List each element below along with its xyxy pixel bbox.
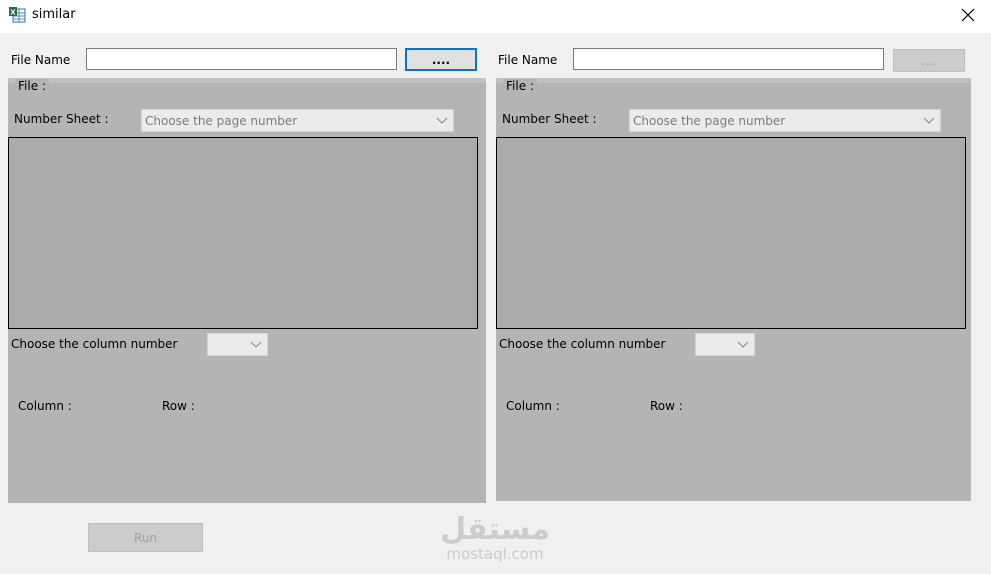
client-area: File Name .... File : Number Sheet : Cho… [0, 33, 991, 574]
left-file-name-input[interactable] [86, 48, 397, 70]
right-row-label: Row : [650, 399, 683, 413]
close-icon [961, 8, 975, 25]
right-column-combo[interactable] [695, 333, 755, 356]
left-row-label: Row : [162, 399, 195, 413]
mostaql-watermark: مستقل mostaql.com [430, 503, 560, 573]
run-button[interactable]: Run [88, 523, 203, 552]
close-button[interactable] [945, 0, 991, 32]
left-file-name-label: File Name [11, 53, 71, 67]
left-choose-column-label: Choose the column number [11, 337, 178, 351]
left-sheet-combo[interactable]: Choose the page number [141, 109, 454, 132]
left-column-combo[interactable] [207, 333, 268, 356]
right-sheet-combo-text: Choose the page number [633, 113, 786, 128]
right-file-panel: File : Number Sheet : Choose the page nu… [496, 78, 971, 501]
chevron-down-icon [245, 334, 267, 355]
right-group-label: File : [503, 79, 537, 93]
right-choose-column-label: Choose the column number [499, 337, 666, 351]
svg-text:X: X [10, 9, 16, 17]
chevron-down-icon [732, 334, 754, 355]
title-bar: X similar [0, 0, 991, 33]
left-sheet-combo-text: Choose the page number [145, 113, 298, 128]
watermark-logo-text: مستقل [440, 512, 550, 547]
right-data-grid[interactable] [496, 137, 966, 329]
right-file-name-label: File Name [498, 53, 558, 67]
right-browse-button[interactable]: .... [893, 49, 965, 72]
left-file-panel: File : Number Sheet : Choose the page nu… [8, 78, 486, 503]
chevron-down-icon [918, 110, 940, 131]
left-number-sheet-label: Number Sheet : [14, 112, 109, 126]
left-group-label: File : [15, 79, 49, 93]
watermark-site-text: mostaql.com [446, 545, 543, 563]
right-column-label: Column : [506, 399, 560, 413]
left-column-label: Column : [18, 399, 72, 413]
left-browse-button[interactable]: .... [405, 48, 477, 71]
chevron-down-icon [431, 110, 453, 131]
left-data-grid[interactable] [8, 137, 478, 329]
spreadsheet-icon: X [8, 6, 26, 23]
right-sheet-combo[interactable]: Choose the page number [629, 109, 941, 132]
right-number-sheet-label: Number Sheet : [502, 112, 597, 126]
window-title: similar [32, 7, 76, 22]
right-file-name-input[interactable] [573, 48, 884, 70]
